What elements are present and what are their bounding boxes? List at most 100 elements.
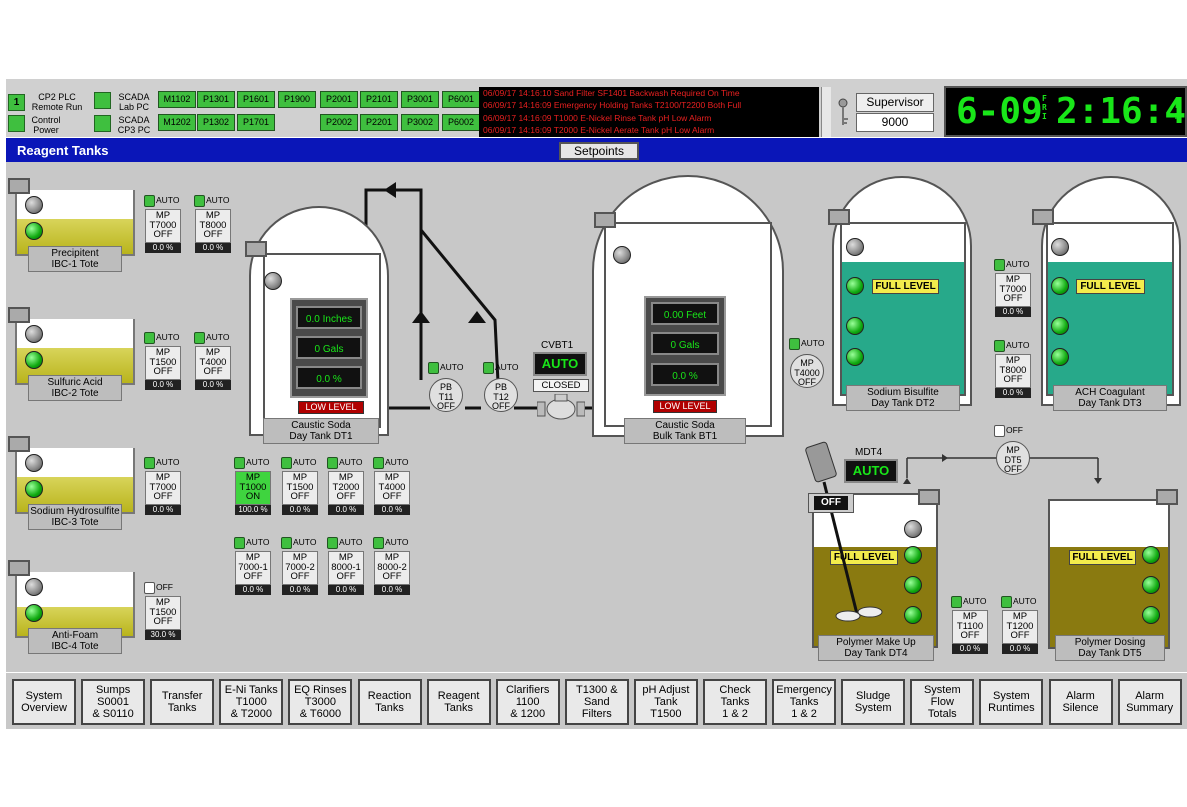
pbt12-pump[interactable]: PB T12 OFF [484,378,518,412]
pump-t1200-speed: 0.0 % [1002,644,1038,654]
nav-button-label: Alarm Silence [1062,690,1099,714]
pump-t7000b-mode[interactable]: AUTO [144,455,179,469]
pump-t7000c-mode[interactable]: AUTO [994,257,1029,271]
dt3-level-switch-top [1051,238,1069,256]
pump-t7000a-speed: 0.0 % [145,243,181,253]
pump-t2000-mode[interactable]: AUTO [327,455,362,469]
pump-t4000a[interactable]: MP T4000 OFF [195,346,231,380]
nav-button-15[interactable]: Alarm Silence [1048,679,1113,725]
pump-t8000b-mode[interactable]: AUTO [994,338,1029,352]
mixer-status[interactable]: OFF [814,496,848,510]
mpdt5-mode[interactable]: OFF [994,423,1023,437]
pump-t1000-speed: 100.0 % [235,505,271,515]
pump-t4000b-mode[interactable]: AUTO [373,455,408,469]
cvbt1-mode[interactable]: AUTO [533,352,587,376]
dt5-level-switch-3 [1142,606,1160,624]
nav-button-10[interactable]: Check Tanks 1 & 2 [703,679,767,725]
pump-t1100[interactable]: MP T1100 OFF [952,610,988,644]
dt3-level-switch-2 [1051,317,1069,335]
pbt12-mode[interactable]: AUTO [483,360,518,374]
pump-t8000a[interactable]: MP T8000 OFF [195,209,231,243]
pump-p70001[interactable]: MP 7000-1 OFF [235,551,271,585]
nav-button-label: Emergency Tanks 1 & 2 [776,684,832,720]
nav-button-label: Check Tanks 1 & 2 [719,684,751,720]
pump-t1500a[interactable]: MP T1500 OFF [145,346,181,380]
pump-t8000b[interactable]: MP T8000 OFF [995,354,1031,388]
bt1-label: Caustic Soda Bulk Tank BT1 [624,418,746,444]
nav-button-1[interactable]: Sumps S0001 & S0110 [81,679,146,725]
pump-t4000b[interactable]: MP T4000 OFF [374,471,410,505]
pump-t1100-mode[interactable]: AUTO [951,594,986,608]
pump-t7000b[interactable]: MP T7000 OFF [145,471,181,505]
pump-t2000-speed: 0.0 % [328,505,364,515]
dt2-corner [828,209,850,225]
pump-p80001[interactable]: MP 8000-1 OFF [328,551,364,585]
pump-t2000[interactable]: MP T2000 OFF [328,471,364,505]
pump-t8000a-speed: 0.0 % [195,243,231,253]
pump-t1200-mode[interactable]: AUTO [1001,594,1036,608]
dt5-label: Polymer Dosing Day Tank DT5 [1055,635,1165,661]
tote-level-switch-top [25,454,43,472]
nav-button-label: Transfer Tanks [161,690,203,714]
pump-t4000b-speed: 0.0 % [374,505,410,515]
pump-t1200[interactable]: MP T1200 OFF [1002,610,1038,644]
dt4-level-switch-2 [904,576,922,594]
pump-p80002-mode[interactable]: AUTO [373,535,408,549]
pbt11-mode[interactable]: AUTO [428,360,463,374]
nav-button-8[interactable]: T1300 & Sand Filters [564,679,629,725]
nav-button-0[interactable]: System Overview [12,679,76,725]
nav-button-2[interactable]: Transfer Tanks [150,679,215,725]
nav-button-9[interactable]: pH Adjust Tank T1500 [633,679,698,725]
pump-t8000a-mode[interactable]: AUTO [194,193,229,207]
dt3-level-switch-3 [1051,348,1069,366]
dt2-level-switch-3 [846,348,864,366]
pump-t7000a-mode[interactable]: AUTO [144,193,179,207]
pump-t7000b-speed: 0.0 % [145,505,181,515]
nav-button-11[interactable]: Emergency Tanks 1 & 2 [772,679,837,725]
nav-button-14[interactable]: System Runtimes [979,679,1044,725]
pump-t1500a-mode[interactable]: AUTO [144,330,179,344]
pump-p70001-mode[interactable]: AUTO [234,535,269,549]
pump-p80001-mode[interactable]: AUTO [327,535,362,549]
nav-button-16[interactable]: Alarm Summary [1117,679,1182,725]
pump-t1000[interactable]: MP T1000 ON [235,471,271,505]
dt3-corner [1032,209,1054,225]
nav-button-label: E-Ni Tanks T1000 & T2000 [224,684,278,720]
pump-t1000-mode[interactable]: AUTO [234,455,269,469]
bt1-level-percent: 0.0 % [651,363,719,386]
nav-button-label: Alarm Summary [1126,690,1174,714]
pump-t1500c[interactable]: MP T1500 OFF [282,471,318,505]
pump-t1500c-speed: 0.0 % [282,505,318,515]
bt1-low-level-alarm: LOW LEVEL [653,400,717,413]
pump-t7000c[interactable]: MP T7000 OFF [995,273,1031,307]
nav-button-13[interactable]: System Flow Totals [910,679,975,725]
t4000c-mode[interactable]: AUTO [789,336,824,350]
pump-p80002-speed: 0.0 % [374,585,410,595]
pump-p70002[interactable]: MP 7000-2 OFF [282,551,318,585]
tote-level-switch-bottom [25,351,43,369]
pump-t1500c-mode[interactable]: AUTO [281,455,316,469]
nav-button-label: Sumps S0001 & S0110 [92,684,134,720]
mdt4-mode[interactable]: AUTO [844,459,898,483]
pump-t1100-speed: 0.0 % [952,644,988,654]
valve-icon[interactable] [536,393,586,420]
nav-button-4[interactable]: EQ Rinses T3000 & T6000 [288,679,353,725]
pbt11-pump[interactable]: PB T11 OFF [429,378,463,412]
mpdt5-pump[interactable]: MP DT5 OFF [996,441,1030,475]
t4000c-pump[interactable]: MP T4000 OFF [790,354,824,388]
tote-corner [8,560,30,576]
nav-button-7[interactable]: Clarifiers 1100 & 1200 [495,679,560,725]
nav-button-3[interactable]: E-Ni Tanks T1000 & T2000 [219,679,284,725]
nav-button-5[interactable]: Reaction Tanks [357,679,422,725]
dt1-label: Caustic Soda Day Tank DT1 [263,418,379,444]
dt2-full-level-alarm: FULL LEVEL [872,279,939,294]
pump-p70002-mode[interactable]: AUTO [281,535,316,549]
nav-button-6[interactable]: Reagent Tanks [426,679,491,725]
nav-button-label: Reagent Tanks [437,690,480,714]
pump-t1500b-mode[interactable]: OFF [144,580,173,594]
pump-t7000a[interactable]: MP T7000 OFF [145,209,181,243]
nav-button-12[interactable]: Sludge System [841,679,906,725]
pump-p80002[interactable]: MP 8000-2 OFF [374,551,410,585]
pump-t1500b[interactable]: MP T1500 OFF [145,596,181,630]
pump-t4000a-mode[interactable]: AUTO [194,330,229,344]
